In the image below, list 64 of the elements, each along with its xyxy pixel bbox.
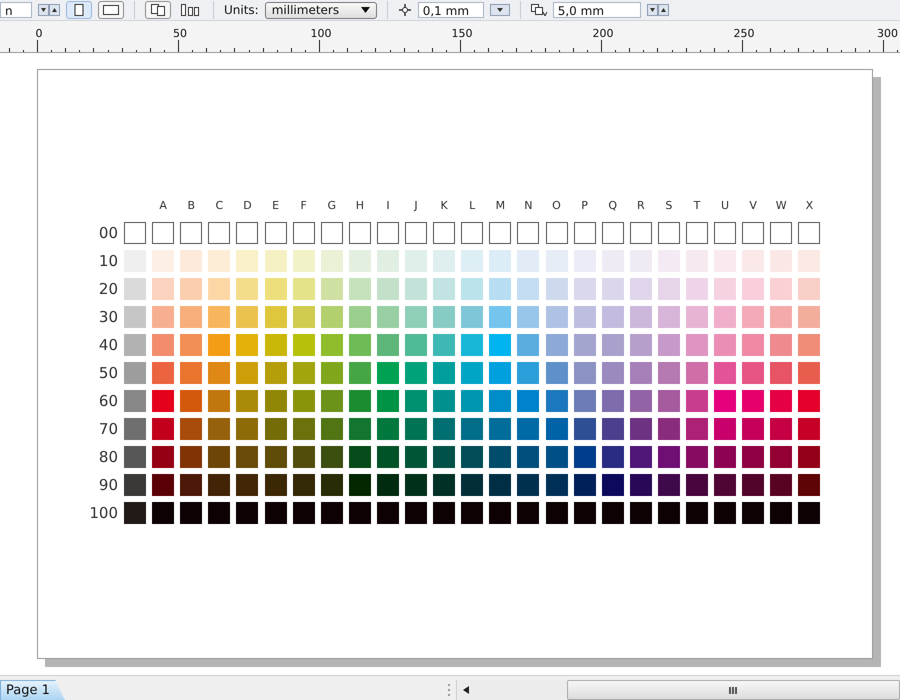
column-label: I <box>386 198 390 212</box>
landscape-page-icon <box>103 4 119 16</box>
column-label: E <box>272 198 280 212</box>
portrait-page-icon <box>73 4 85 16</box>
column-label: L <box>469 198 476 212</box>
column-label: F <box>300 198 307 212</box>
column-label: D <box>243 198 252 212</box>
duplicate-distance-icon <box>530 4 547 16</box>
ruler-label: 0 <box>36 27 42 40</box>
ruler-label: 250 <box>734 27 754 40</box>
size-field[interactable]: n <box>0 2 32 18</box>
row-label: 90 <box>98 476 118 494</box>
row-label: 100 <box>89 504 118 522</box>
spin-buttons[interactable] <box>38 4 60 16</box>
spin-button[interactable] <box>490 4 510 16</box>
row-label: 60 <box>98 392 118 410</box>
scroll-thumb[interactable] <box>566 680 900 700</box>
units-label: Units: <box>224 3 259 17</box>
column-label: U <box>721 198 730 212</box>
row-label: 40 <box>98 336 118 354</box>
nudge-field[interactable]: 0,1 mm <box>418 2 484 18</box>
caret-icon <box>360 7 370 13</box>
splitter-grip[interactable] <box>448 683 452 697</box>
column-label: P <box>581 198 588 212</box>
row-label: 00 <box>98 224 118 242</box>
ruler-label: 150 <box>452 27 472 40</box>
column-label: C <box>216 198 224 212</box>
column-label: A <box>159 198 167 212</box>
pages-icon <box>150 4 166 16</box>
column-label: G <box>327 198 336 212</box>
row-label: 70 <box>98 420 118 438</box>
row-label: 10 <box>98 252 118 270</box>
landscape-button[interactable] <box>98 1 124 19</box>
ruler-label: 200 <box>592 27 614 40</box>
column-label: K <box>440 198 448 212</box>
column-label: Q <box>608 198 618 212</box>
nudge-icon <box>398 4 412 16</box>
column-label: H <box>356 198 364 212</box>
column-label: B <box>188 198 196 212</box>
pages-button[interactable] <box>145 1 171 19</box>
column-label: O <box>552 198 561 212</box>
row-label: 30 <box>98 308 118 326</box>
duplicate-field[interactable]: 5,0 mm <box>552 2 641 18</box>
row-label: 20 <box>98 280 118 298</box>
units-dropdown[interactable]: millimeters <box>264 2 377 18</box>
column-label: S <box>665 198 672 212</box>
column-label: W <box>776 198 787 212</box>
row-label: 50 <box>98 364 118 382</box>
column-label: T <box>694 198 700 212</box>
horizontal-scrollbar[interactable] <box>456 680 900 700</box>
column-label: N <box>524 198 533 212</box>
column-label: X <box>806 198 814 212</box>
page-tab[interactable]: Page 1 <box>0 680 65 700</box>
ruler-label: 300 <box>877 27 898 40</box>
row-label: 80 <box>98 448 118 466</box>
ruler-label: 100 <box>310 27 332 40</box>
page-layout-icon <box>181 4 199 16</box>
spin-buttons[interactable] <box>646 4 669 16</box>
portrait-button[interactable] <box>66 1 92 19</box>
ruler-label: 50 <box>173 27 187 40</box>
column-label: V <box>749 198 757 212</box>
column-label: M <box>496 198 506 212</box>
column-label: J <box>414 198 418 212</box>
column-label: R <box>636 198 645 212</box>
